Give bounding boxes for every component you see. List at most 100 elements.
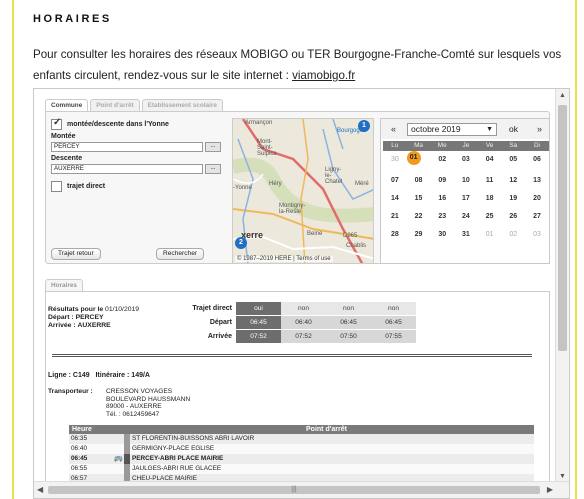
- calendar-day-label: 04: [485, 156, 494, 163]
- calendar-day[interactable]: 19: [501, 190, 525, 208]
- option-1-direct[interactable]: oui: [236, 302, 281, 315]
- trajet-retour-button[interactable]: Trajet retour: [51, 248, 101, 260]
- tab-horaires[interactable]: Horaires: [45, 279, 83, 291]
- scroll-right-icon[interactable]: ▶: [547, 485, 553, 494]
- calendar-day[interactable]: 01: [406, 151, 431, 169]
- route-map[interactable]: Armançon Bourgogne Mont- Saint- Sulpice …: [232, 118, 374, 264]
- calendar-prev-button[interactable]: «: [391, 124, 396, 134]
- scroll-down-icon[interactable]: ▼: [559, 473, 566, 480]
- calendar-day[interactable]: 02: [430, 151, 454, 169]
- results-label: Résultats pour le: [48, 306, 104, 313]
- yonne-checkbox[interactable]: [51, 117, 62, 130]
- option-1-arrivee[interactable]: 07:52: [236, 330, 281, 343]
- map-pin-start[interactable]: 1: [358, 120, 370, 132]
- calendar-day[interactable]: 24: [454, 208, 478, 226]
- horizontal-scroll-thumb[interactable]: |||: [48, 486, 540, 494]
- vertical-scrollbar[interactable]: ▲ ▼: [555, 89, 569, 483]
- calendar-ok-button[interactable]: ok: [509, 124, 518, 134]
- calendar-day[interactable]: 25: [478, 208, 502, 226]
- option-2-direct[interactable]: non: [281, 302, 326, 315]
- calendar-day[interactable]: 03: [525, 226, 549, 244]
- calendar-month-select[interactable]: octobre 2019 ▼: [407, 123, 497, 136]
- scroll-left-icon[interactable]: ◀: [37, 485, 43, 494]
- calendar-day-label: 09: [438, 177, 447, 184]
- calendar-day[interactable]: 13: [525, 172, 549, 190]
- option-2-arrivee[interactable]: 07:52: [281, 330, 326, 343]
- calendar-day[interactable]: 23: [430, 208, 454, 226]
- intro-text: Pour consulter les horaires des réseaux …: [33, 44, 563, 86]
- calendar-day[interactable]: 30: [430, 226, 454, 244]
- empty-icon-slot: [113, 444, 124, 454]
- calendar-day[interactable]: 21: [383, 208, 407, 226]
- calendar-next-button[interactable]: »: [537, 124, 542, 134]
- calendar-day-label: 02: [438, 156, 447, 163]
- option-1-depart[interactable]: 06:45: [236, 316, 281, 329]
- calendar-day[interactable]: 05: [501, 151, 525, 169]
- option-2-depart[interactable]: 06:40: [281, 316, 326, 329]
- montee-input[interactable]: PERCEY: [51, 142, 203, 152]
- option-4-depart[interactable]: 06:45: [371, 316, 416, 329]
- horizontal-scrollbar[interactable]: ◀ ||| ▶: [34, 481, 569, 498]
- option-4-direct[interactable]: non: [371, 302, 416, 315]
- calendar-day[interactable]: 02: [501, 226, 525, 244]
- descente-browse-button[interactable]: ...: [205, 164, 221, 174]
- descente-input[interactable]: AUXERRE: [51, 164, 203, 174]
- stop-time: 06:40: [71, 445, 87, 452]
- row-label-depart: Départ: [209, 319, 232, 326]
- calendar-day[interactable]: 08: [407, 172, 431, 190]
- calendar-day-label: 22: [414, 213, 423, 220]
- calendar-day-label: 18: [485, 195, 494, 202]
- calendar-day[interactable]: 06: [525, 151, 549, 169]
- date-calendar: « octobre 2019 ▼ ok » Lu Ma Me Je Ve Sa Di 30 01…: [380, 118, 550, 264]
- calendar-day[interactable]: 17: [454, 190, 478, 208]
- calendar-day[interactable]: 10: [454, 172, 478, 190]
- tab-commune[interactable]: Commune: [45, 99, 89, 111]
- calendar-day[interactable]: 11: [478, 172, 502, 190]
- empty-icon-slot: [113, 434, 124, 444]
- calendar-day[interactable]: 27: [525, 208, 549, 226]
- option-4-arrivee[interactable]: 07:55: [371, 330, 416, 343]
- route-rail: [124, 454, 130, 464]
- itineraire-label: Itinéraire :: [95, 372, 130, 379]
- calendar-day[interactable]: 01: [478, 226, 502, 244]
- calendar-day[interactable]: 30: [383, 151, 407, 169]
- option-3-direct[interactable]: non: [326, 302, 371, 315]
- calendar-day[interactable]: 03: [454, 151, 478, 169]
- calendar-day-label: 01: [406, 151, 421, 165]
- calendar-day[interactable]: 22: [407, 208, 431, 226]
- calendar-day[interactable]: 28: [383, 226, 407, 244]
- map-pin-end[interactable]: 2: [235, 237, 247, 249]
- tab-point-arret[interactable]: Point d'arrêt: [90, 99, 140, 111]
- option-3-depart[interactable]: 06:45: [326, 316, 371, 329]
- calendar-day[interactable]: 15: [407, 190, 431, 208]
- calendar-month-value: octobre 2019: [411, 124, 461, 134]
- map-credit[interactable]: © 1987–2019 HERE | Terms of use: [235, 256, 333, 262]
- stop-row: 06:40 GERMIGNY-PLACE EGLISE: [69, 444, 534, 454]
- calendar-day[interactable]: 18: [478, 190, 502, 208]
- calendar-day[interactable]: 29: [407, 226, 431, 244]
- viamobigo-link[interactable]: viamobigo.fr: [292, 69, 355, 82]
- calendar-day-label: 15: [414, 195, 423, 202]
- trajet-direct-checkbox[interactable]: [51, 181, 62, 192]
- scroll-up-icon[interactable]: ▲: [559, 92, 566, 99]
- map-label-armancon: Armançon: [245, 120, 273, 126]
- row-label-trajet-direct: Trajet direct: [192, 305, 232, 312]
- rechercher-button[interactable]: Rechercher: [156, 248, 205, 260]
- tab-etablissement[interactable]: Etablissement scolaire: [141, 99, 223, 111]
- calendar-grid: Lu Ma Me Je Ve Sa Di 30 01 02 03 04 05 06 07 08 09 10 11 12…: [383, 141, 549, 244]
- calendar-day[interactable]: 04: [478, 151, 502, 169]
- calendar-day[interactable]: 26: [501, 208, 525, 226]
- calendar-day[interactable]: 31: [454, 226, 478, 244]
- left-accent-border: [12, 0, 14, 499]
- calendar-day[interactable]: 12: [501, 172, 525, 190]
- montee-browse-button[interactable]: ...: [205, 142, 221, 152]
- calendar-day[interactable]: 16: [430, 190, 454, 208]
- calendar-day[interactable]: 09: [430, 172, 454, 190]
- calendar-day[interactable]: 14: [383, 190, 407, 208]
- empty-icon-slot: [113, 464, 124, 474]
- vertical-scroll-thumb[interactable]: [558, 105, 567, 351]
- calendar-day[interactable]: 07: [383, 172, 407, 190]
- calendar-day[interactable]: 20: [525, 190, 549, 208]
- transporteur-line: 89000 - AUXERRE: [106, 403, 162, 411]
- option-3-arrivee[interactable]: 07:50: [326, 330, 371, 343]
